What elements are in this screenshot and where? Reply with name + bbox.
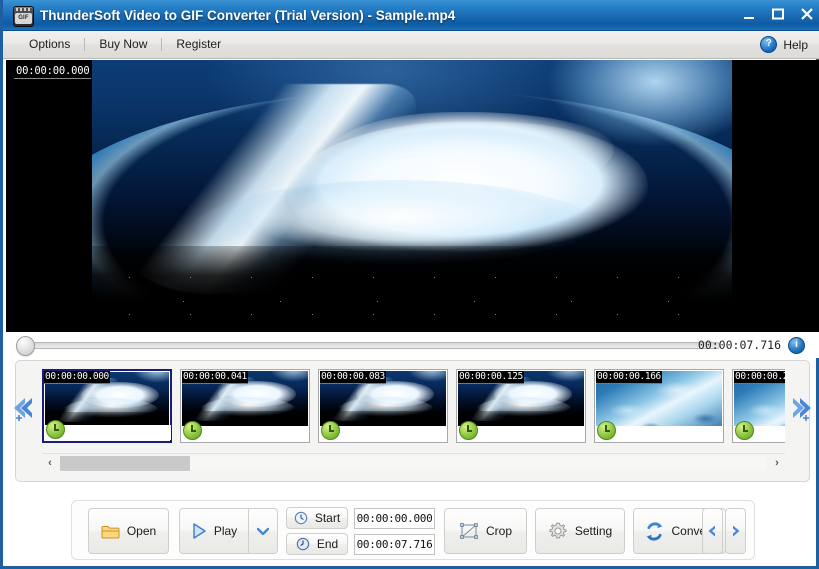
menu-item-buy-now[interactable]: Buy Now (85, 31, 161, 58)
clock-badge[interactable] (183, 421, 202, 440)
window-title: ThunderSoft Video to GIF Converter (Tria… (40, 6, 455, 26)
filmstrip-panel: 00:00:00.000 00:00:00.041 00:00:00.083 (15, 360, 810, 482)
play-label: Play (214, 524, 237, 538)
thumbnail-timestamp: 00:00:00.041 (182, 371, 248, 384)
window-controls (740, 5, 816, 23)
menu-item-options[interactable]: Options (15, 31, 84, 58)
duration-label: 00:00:07.716 (698, 338, 781, 352)
crop-frame-icon (459, 521, 479, 541)
minimize-icon[interactable] (740, 5, 758, 23)
menu-bar: Options Buy Now Register ? Help (3, 31, 819, 59)
seek-track[interactable] (32, 342, 720, 349)
video-preview[interactable]: 00:00:00.000 (6, 60, 819, 332)
thumbnail-timestamp: 00:00:00.083 (320, 371, 386, 384)
help-button[interactable]: ? Help (760, 31, 808, 58)
chevron-down-icon (257, 527, 269, 535)
chevrons-right-plus-icon[interactable] (787, 393, 813, 427)
clock-badge[interactable] (597, 421, 616, 440)
film-sprocket-icon (16, 8, 31, 11)
convert-refresh-icon (645, 522, 664, 541)
thumbnail-timestamp: 00:00:00.166 (596, 371, 662, 384)
thumbnail-list[interactable]: 00:00:00.000 00:00:00.041 00:00:00.083 (42, 369, 785, 447)
setting-label: Setting (575, 524, 612, 538)
application-window: GIF ThunderSoft Video to GIF Converter (… (0, 0, 819, 569)
end-label: End (317, 537, 338, 551)
question-circle-icon: ? (760, 36, 777, 53)
starfield (92, 256, 732, 332)
scrollbar-thumb[interactable] (60, 456, 190, 471)
list-item[interactable]: 00:00:00.000 (42, 369, 172, 443)
arrow-left-icon (706, 524, 719, 538)
menu-items: Options Buy Now Register (15, 31, 235, 58)
info-circle-icon[interactable]: i (788, 337, 805, 354)
list-item[interactable]: 00:00:00.083 (318, 369, 448, 443)
next-button[interactable] (725, 508, 746, 554)
open-label: Open (127, 524, 156, 538)
end-time-input[interactable]: 00:00:07.716 (354, 534, 435, 555)
start-time-input[interactable]: 00:00:00.000 (354, 508, 435, 529)
thumbnail-timestamp: 00:00:00.125 (458, 371, 524, 384)
clock-icon (296, 537, 310, 551)
title-bar: GIF ThunderSoft Video to GIF Converter (… (3, 0, 819, 31)
previous-button[interactable] (702, 508, 723, 554)
list-item[interactable]: 00:00:00.125 (456, 369, 586, 443)
video-frame-image (92, 60, 732, 332)
chevron-right-icon[interactable]: › (769, 456, 785, 471)
chevron-left-icon[interactable]: ‹ (42, 456, 58, 471)
crop-button[interactable]: Crop (444, 508, 527, 554)
app-icon: GIF (13, 6, 34, 27)
clock-badge[interactable] (459, 421, 478, 440)
arrow-right-icon (729, 524, 742, 538)
setting-button[interactable]: Setting (535, 508, 625, 554)
help-label: Help (783, 38, 808, 52)
chevrons-left-plus-icon[interactable] (12, 393, 38, 427)
preview-timestamp-overlay: 00:00:00.000 (14, 64, 91, 79)
clock-badge[interactable] (46, 420, 65, 439)
start-time-button[interactable]: Start (286, 507, 348, 529)
clock-icon (294, 511, 308, 525)
list-item[interactable]: 00:00:00.041 (180, 369, 310, 443)
clock-badge[interactable] (321, 421, 340, 440)
folder-icon (101, 524, 120, 539)
play-dropdown-button[interactable] (248, 508, 278, 554)
open-button[interactable]: Open (88, 508, 169, 554)
play-button[interactable]: Play (179, 508, 248, 554)
list-item[interactable]: 00:00:00.2 (732, 369, 785, 443)
list-item[interactable]: 00:00:00.166 (594, 369, 724, 443)
maximize-icon[interactable] (769, 5, 787, 23)
menu-item-register[interactable]: Register (162, 31, 235, 58)
crop-label: Crop (486, 524, 512, 538)
end-time-button[interactable]: End (286, 533, 348, 555)
app-icon-label: GIF (15, 13, 32, 24)
filmstrip-scrollbar[interactable]: ‹ › (42, 453, 785, 474)
play-triangle-icon (191, 522, 207, 540)
seek-bar-row: 00:00:07.716 i (6, 332, 819, 358)
thumbnail-timestamp: 00:00:00.000 (44, 371, 110, 384)
close-icon[interactable] (798, 5, 816, 23)
gear-icon (548, 521, 568, 541)
thumbnail-timestamp: 00:00:00.2 (734, 371, 785, 384)
bottom-toolbar: Open Play Start (71, 500, 755, 560)
start-label: Start (315, 511, 340, 525)
seek-handle[interactable] (16, 336, 35, 356)
clock-badge[interactable] (735, 421, 754, 440)
